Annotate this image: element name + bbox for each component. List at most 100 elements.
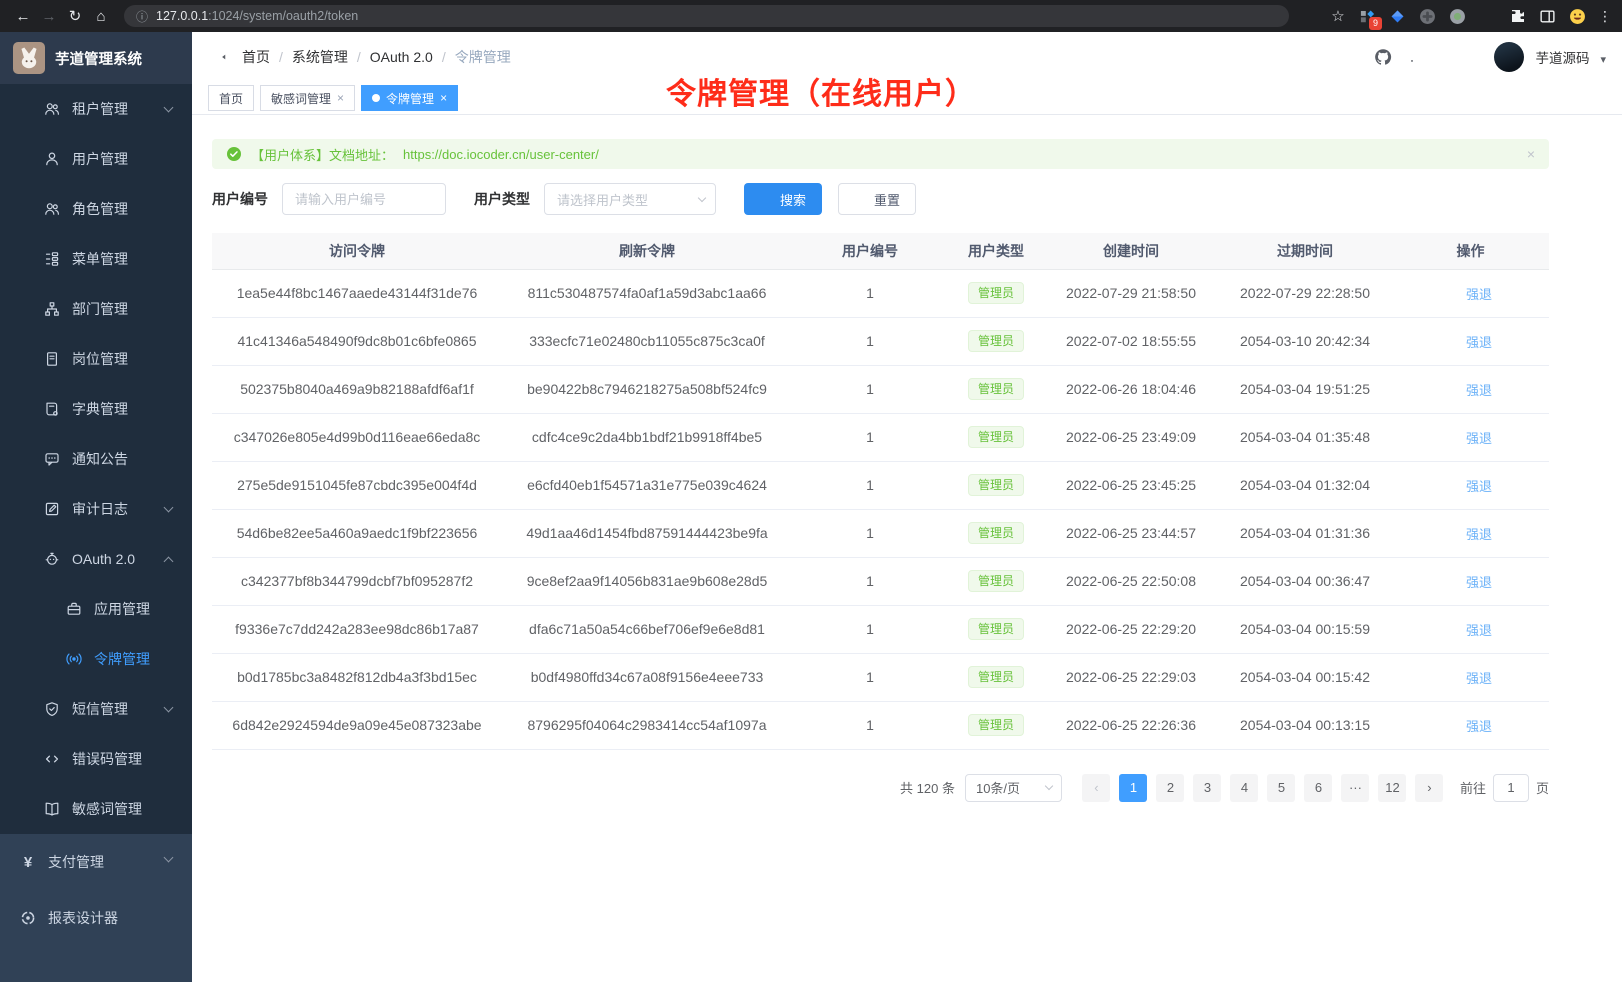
user-type-select[interactable]: 请选择用户类型 [544, 183, 716, 215]
page-button-6[interactable]: 6 [1304, 774, 1332, 802]
user-id-label: 用户编号 [212, 189, 268, 209]
force-logout-button[interactable]: 强退 [1449, 284, 1492, 303]
extension-diamond-icon[interactable] [1389, 8, 1406, 25]
share-icon[interactable] [1299, 3, 1325, 29]
browser-forward-button[interactable]: → [36, 3, 62, 29]
force-logout-button[interactable]: 强退 [1449, 668, 1492, 687]
page-button-2[interactable]: 2 [1156, 774, 1184, 802]
user-id-input[interactable] [282, 183, 446, 215]
help-icon[interactable] [1403, 48, 1421, 66]
next-page-button[interactable]: › [1415, 774, 1443, 802]
force-logout-button[interactable]: 强退 [1449, 476, 1492, 495]
tab-sensitive-word[interactable]: 敏感词管理× [260, 85, 355, 111]
bookmark-star-icon[interactable]: ☆ [1325, 3, 1351, 29]
sidebar-item-sensitive-word[interactable]: 敏感词管理 [0, 784, 192, 834]
menu-tree-icon [44, 251, 60, 267]
users-icon [44, 201, 60, 217]
user-name[interactable]: 芋道源码 [1535, 47, 1589, 67]
refresh-icon [854, 192, 868, 206]
close-icon[interactable]: × [440, 91, 447, 105]
trash-icon [1449, 335, 1462, 348]
sidebar-item-user[interactable]: 用户管理 [0, 134, 192, 184]
browser-back-button[interactable]: ← [10, 3, 36, 29]
side-panel-icon[interactable] [1539, 8, 1556, 25]
force-logout-button[interactable]: 强退 [1449, 572, 1492, 591]
col-user-id: 用户编号 [792, 233, 948, 269]
tab-home[interactable]: 首页 [208, 85, 254, 111]
browser-menu-icon[interactable]: ⋮ [1598, 8, 1612, 25]
search-button[interactable]: 搜索 [744, 183, 822, 215]
doc-alert: 【用户体系】文档地址： https://doc.iocoder.cn/user-… [212, 139, 1549, 169]
sidebar-item-notice[interactable]: 通知公告 [0, 434, 192, 484]
browser-reload-button[interactable]: ↻ [62, 3, 88, 29]
page-button-5[interactable]: 5 [1267, 774, 1295, 802]
app-logo[interactable]: 芋道管理系统 [0, 32, 192, 84]
sidebar-item-token[interactable]: 令牌管理 [0, 634, 192, 684]
sidebar-item-oauth-app[interactable]: 应用管理 [0, 584, 192, 634]
extension-grid-icon[interactable]: 9 [1359, 8, 1376, 25]
reset-button[interactable]: 重置 [838, 183, 916, 215]
breadcrumb-system[interactable]: 系统管理 [292, 47, 348, 67]
extension-star-icon[interactable] [1479, 8, 1496, 25]
sidebar-item-error-code[interactable]: 错误码管理 [0, 734, 192, 784]
sidebar-item-oauth[interactable]: OAuth 2.0 [0, 534, 192, 584]
sidebar-item-pay[interactable]: ¥支付管理 [0, 834, 192, 890]
goto-page-input[interactable] [1493, 774, 1529, 802]
page-button-12[interactable]: 12 [1378, 774, 1406, 802]
more-pages-button[interactable]: ··· [1341, 774, 1369, 802]
extension-clover-icon[interactable] [1419, 8, 1436, 25]
breadcrumb: 首页 / 系统管理 / OAuth 2.0 / 令牌管理 [242, 47, 511, 67]
site-info-icon[interactable]: ⓘ [136, 8, 148, 25]
address-bar[interactable]: ⓘ 127.0.0.1:1024/system/oauth2/token [124, 5, 1289, 27]
sidebar-item-audit-log[interactable]: 审计日志 [0, 484, 192, 534]
alert-close-icon[interactable]: × [1527, 146, 1535, 162]
sidebar-item-dict[interactable]: 字典管理 [0, 384, 192, 434]
force-logout-button[interactable]: 强退 [1449, 428, 1492, 447]
user-type-badge: 管理员 [968, 714, 1024, 736]
table-row: 502375b8040a469a9b82188afdf6af1fbe90422b… [212, 365, 1549, 413]
force-logout-button[interactable]: 强退 [1449, 524, 1492, 543]
goto-label: 前往 [1460, 778, 1486, 797]
page-size-select[interactable]: 10条/页 [965, 774, 1062, 802]
user-type-label: 用户类型 [474, 189, 530, 209]
sidebar-item-tenant[interactable]: 租户管理 [0, 84, 192, 134]
force-logout-button[interactable]: 强退 [1449, 332, 1492, 351]
user-avatar[interactable] [1494, 42, 1524, 72]
page-button-4[interactable]: 4 [1230, 774, 1258, 802]
github-icon[interactable] [1374, 48, 1392, 66]
user-icon [44, 151, 60, 167]
sidebar-item-dept[interactable]: 部门管理 [0, 284, 192, 334]
close-icon[interactable]: × [337, 91, 344, 105]
profile-avatar-icon[interactable] [1569, 8, 1586, 25]
page-button-1[interactable]: 1 [1119, 774, 1147, 802]
page-button-3[interactable]: 3 [1193, 774, 1221, 802]
fullscreen-icon[interactable] [1432, 48, 1450, 66]
caret-down-icon[interactable]: ▾ [1600, 53, 1606, 66]
col-access-token: 访问令牌 [212, 233, 502, 269]
breadcrumb-oauth[interactable]: OAuth 2.0 [370, 49, 433, 65]
alert-doc-link[interactable]: https://doc.iocoder.cn/user-center/ [403, 147, 599, 162]
force-logout-button[interactable]: 强退 [1449, 380, 1492, 399]
logo-avatar [13, 42, 45, 74]
sidebar-item-menu[interactable]: 菜单管理 [0, 234, 192, 284]
extension-dot-icon[interactable] [1449, 8, 1466, 25]
collapse-sidebar-icon[interactable] [208, 47, 228, 67]
search-icon[interactable] [1345, 48, 1363, 66]
extensions-puzzle-icon[interactable] [1509, 8, 1526, 25]
font-size-icon[interactable] [1461, 48, 1479, 66]
force-logout-button[interactable]: 强退 [1449, 620, 1492, 639]
browser-home-button[interactable]: ⌂ [88, 3, 114, 29]
dictionary-icon [44, 401, 60, 417]
sidebar-item-report-designer[interactable]: 报表设计器 [0, 890, 192, 946]
tab-token[interactable]: 令牌管理× [361, 85, 458, 111]
col-user-type: 用户类型 [948, 233, 1044, 269]
force-logout-button[interactable]: 强退 [1449, 716, 1492, 735]
table-row: c342377bf8b344799dcbf7bf095287f29ce8ef2a… [212, 557, 1549, 605]
breadcrumb-home[interactable]: 首页 [242, 47, 270, 67]
sidebar-item-post[interactable]: 岗位管理 [0, 334, 192, 384]
active-dot-icon [372, 94, 380, 102]
prev-page-button[interactable]: ‹ [1082, 774, 1110, 802]
sidebar-item-role[interactable]: 角色管理 [0, 184, 192, 234]
chevron-down-icon [164, 703, 174, 713]
sidebar-item-sms[interactable]: 短信管理 [0, 684, 192, 734]
